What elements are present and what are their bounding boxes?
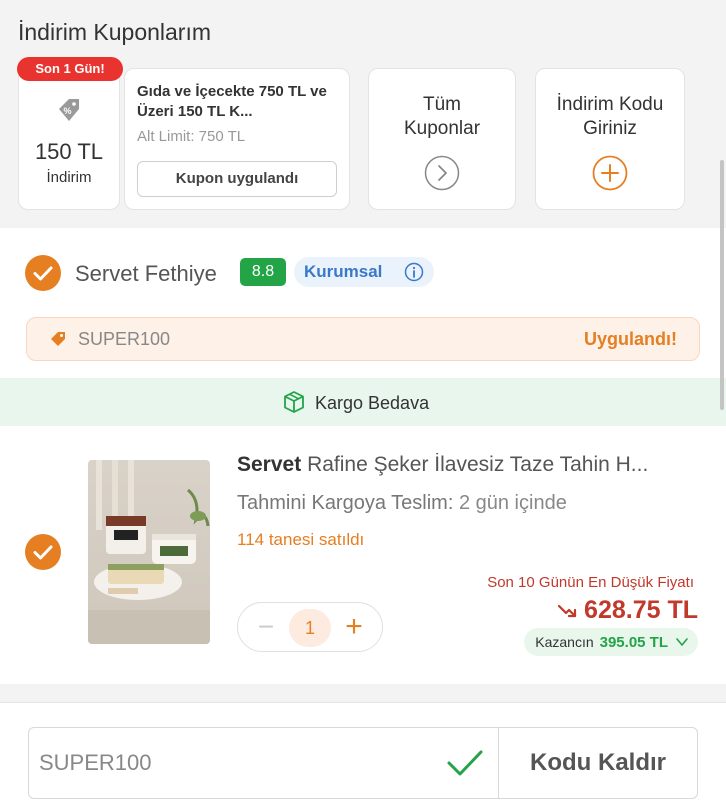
product-row: Servet Rafine Şeker İlavesiz Taze Tahin … (0, 426, 726, 684)
chevron-down-icon (676, 638, 688, 646)
quantity-value: 1 (289, 609, 331, 647)
scrollbar[interactable] (720, 160, 724, 410)
earnings-label: Kazancın (535, 634, 594, 650)
product-price: 628.75 TL (558, 596, 698, 625)
promo-code: SUPER100 (78, 329, 171, 349)
product-checkbox[interactable] (25, 534, 61, 570)
earnings-value: 395.05 TL (599, 634, 668, 651)
percent-tag-icon: % (59, 99, 79, 121)
seller-checkbox[interactable] (25, 255, 61, 291)
promo-code-field (28, 727, 498, 799)
package-icon (284, 391, 304, 413)
seller-rating-badge: 8.8 (240, 258, 286, 286)
svg-text:%: % (63, 106, 71, 116)
last-day-badge: Son 1 Gün! (17, 57, 123, 81)
coupon-applied-button[interactable]: Kupon uygulandı (137, 161, 337, 197)
enter-code-card[interactable]: İndirim Kodu Giriniz (535, 68, 685, 210)
all-coupons-label: Tüm Kuponlar (403, 94, 481, 139)
product-image[interactable] (88, 460, 210, 644)
product-brand: Servet (237, 453, 302, 476)
corporate-badge[interactable]: Kurumsal (294, 257, 434, 287)
sold-count: 114 tanesi satıldı (237, 530, 365, 549)
promo-code-banner: SUPER100 Uygulandı! (26, 317, 700, 361)
coupon-title: Gıda ve İçecekte 750 TL ve Üzeri 150 TL … (137, 83, 327, 120)
lowest-price-label: Son 10 Günün En Düşük Fiyatı (487, 574, 694, 591)
enter-code-label: İndirim Kodu Giriniz (556, 94, 664, 139)
price-down-arrow-icon (558, 605, 577, 618)
decrease-quantity-button[interactable]: − (248, 608, 284, 648)
corporate-label: Kurumsal (304, 262, 383, 281)
promo-code-bar: Kodu Kaldır (0, 702, 726, 800)
quantity-stepper: − 1 + (237, 602, 383, 652)
free-shipping-strip: Kargo Bedava (0, 378, 726, 426)
coupon-amount-label: İndirim (46, 169, 92, 186)
product-name: Rafine Şeker İlavesiz Taze Tahin H... (307, 453, 649, 476)
seller-name[interactable]: Servet Fethiye (75, 261, 217, 287)
promo-applied-status: Uygulandı! (584, 329, 677, 349)
remove-code-button[interactable]: Kodu Kaldır (498, 727, 698, 799)
coupon-limit: Alt Limit: 750 TL (137, 128, 246, 145)
free-shipping-label: Kargo Bedava (315, 393, 430, 413)
coupon-amount: 150 TL (34, 139, 104, 164)
price-value: 628.75 TL (584, 596, 698, 624)
cart-page: İndirim Kuponlarım Son 1 Gün! % 150 TL İ… (0, 0, 726, 800)
coupons-title: İndirim Kuponlarım (18, 19, 212, 45)
promo-code-input[interactable] (39, 742, 419, 784)
coupon-detail-card[interactable]: Gıda ve İçecekte 750 TL ve Üzeri 150 TL … (124, 68, 350, 210)
increase-quantity-button[interactable]: + (336, 608, 372, 648)
tag-icon (51, 332, 65, 346)
info-icon[interactable] (404, 262, 424, 282)
coupons-section: İndirim Kuponlarım Son 1 Gün! % 150 TL İ… (0, 0, 726, 228)
delivery-value: 2 gün içinde (458, 492, 567, 514)
check-icon (447, 750, 483, 776)
earnings-badge[interactable]: Kazancın 395.05 TL (524, 628, 698, 656)
all-coupons-card[interactable]: Tüm Kuponlar (368, 68, 516, 210)
coupon-amount-card[interactable]: % 150 TL İndirim (18, 68, 120, 210)
product-title[interactable]: Servet Rafine Şeker İlavesiz Taze Tahin … (237, 453, 707, 477)
plus-circle-icon (592, 155, 628, 191)
delivery-label: Tahmini Kargoya Teslim: (237, 492, 454, 514)
delivery-info: Tahmini Kargoya Teslim: 2 gün içinde (237, 492, 567, 515)
seller-section: Servet Fethiye 8.8 Kurumsal SUPER100 Uyg… (0, 228, 726, 378)
chevron-right-circle-icon (424, 155, 460, 191)
